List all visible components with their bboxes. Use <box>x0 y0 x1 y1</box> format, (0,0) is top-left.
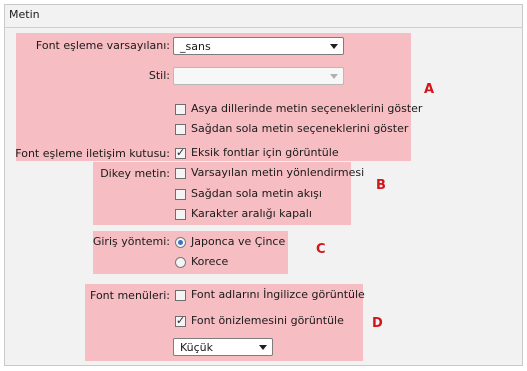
font-mapping-value: _sans <box>180 40 211 53</box>
font-mapping-select[interactable]: _sans <box>173 37 344 55</box>
section-header: Metin <box>5 5 522 28</box>
font-mapping-label: Font eşleme varsayılanı: <box>35 39 170 52</box>
asian-options-checkbox[interactable] <box>175 104 186 115</box>
font-dialog-label: Font eşleme iletişim kutusu: <box>15 147 170 160</box>
japanese-chinese-label: Japonca ve Çince <box>191 235 286 248</box>
group-c-letter: C <box>316 242 326 257</box>
style-label: Stil: <box>148 69 170 82</box>
default-orientation-label: Varsayılan metin yönlendirmesi <box>191 166 365 179</box>
korean-radio[interactable] <box>175 257 186 268</box>
input-method-label: Giriş yöntemi: <box>92 235 170 248</box>
group-a-letter: A <box>424 82 435 97</box>
font-preview-checkbox[interactable] <box>175 314 186 327</box>
font-preview-label: Font önizlemesini görüntüle <box>191 314 344 327</box>
missing-fonts-checkbox[interactable] <box>175 146 186 159</box>
style-select[interactable] <box>173 67 344 85</box>
chevron-down-icon <box>330 44 338 49</box>
default-orientation-checkbox[interactable] <box>175 168 186 179</box>
vertical-text-label: Dikey metin: <box>100 167 170 180</box>
group-b-letter: B <box>376 178 386 193</box>
chevron-down-icon <box>330 74 338 79</box>
missing-fonts-label: Eksik fontlar için görüntüle <box>191 146 339 159</box>
english-font-names-checkbox[interactable] <box>175 290 186 301</box>
asian-options-label: Asya dillerinde metin seçeneklerini göst… <box>191 102 423 115</box>
group-d-letter: D <box>372 316 383 331</box>
rtl-flow-checkbox[interactable] <box>175 189 186 200</box>
japanese-chinese-radio[interactable] <box>175 237 186 248</box>
chevron-down-icon <box>259 345 267 350</box>
preview-size-value: Küçük <box>180 341 214 354</box>
rtl-options-checkbox[interactable] <box>175 124 186 135</box>
section-title: Metin <box>9 8 40 21</box>
kerning-off-checkbox[interactable] <box>175 209 186 220</box>
rtl-flow-label: Sağdan sola metin akışı <box>191 187 322 200</box>
preview-size-select[interactable]: Küçük <box>173 338 273 356</box>
rtl-options-label: Sağdan sola metin seçeneklerini göster <box>191 122 409 135</box>
font-menus-label: Font menüleri: <box>90 289 170 302</box>
english-font-names-label: Font adlarını İngilizce görüntüle <box>191 288 365 301</box>
korean-label: Korece <box>191 255 229 268</box>
kerning-off-label: Karakter aralığı kapalı <box>191 207 312 220</box>
